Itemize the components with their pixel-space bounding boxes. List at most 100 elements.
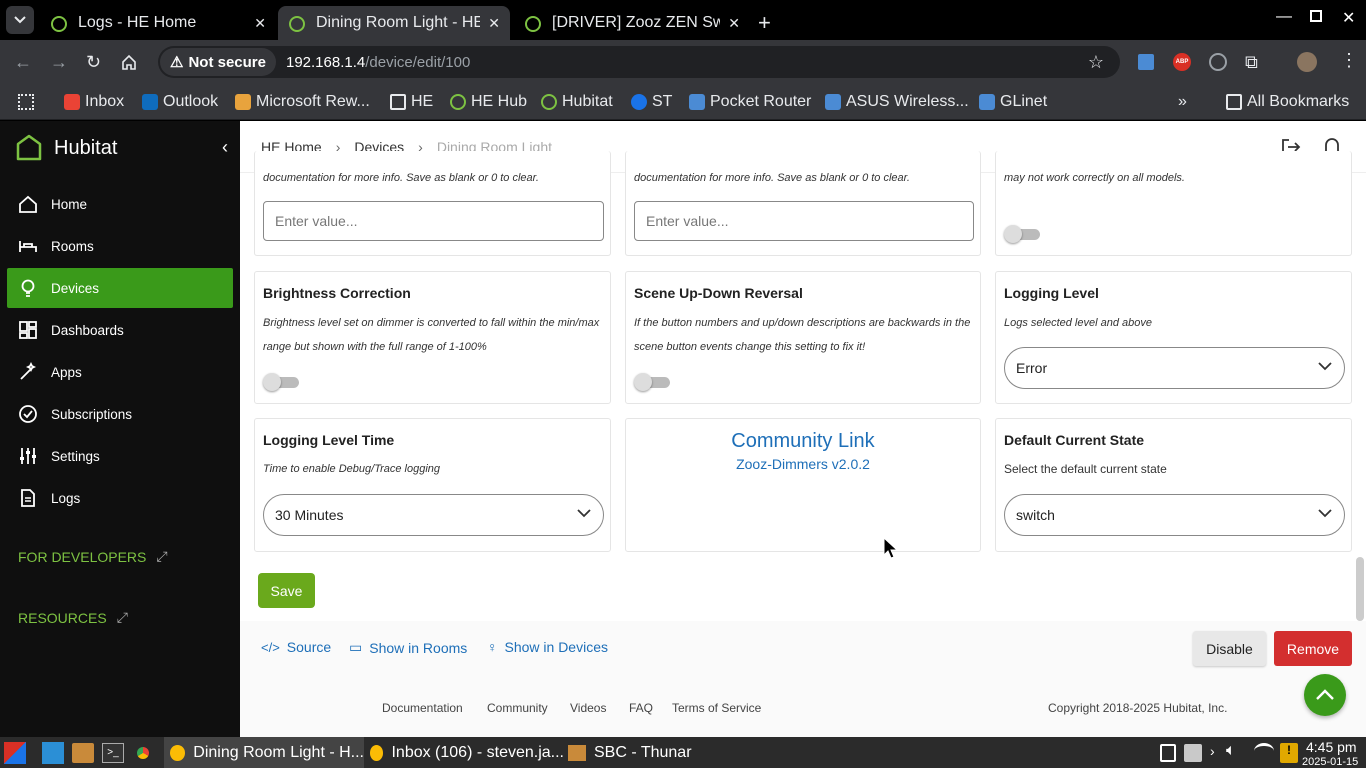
tab-logs[interactable]: Logs - HE Home ✕ [40,6,276,40]
brightness-correction-toggle[interactable] [263,373,303,391]
nav-subscriptions[interactable]: Subscriptions [7,394,233,434]
nav-label: Rooms [51,238,94,254]
bookmark-item[interactable]: HE [390,84,433,120]
not-secure-chip[interactable]: ⚠ Not secure [160,48,276,76]
check-circle-icon [17,403,39,425]
new-tab-button[interactable]: + [758,10,771,36]
bookmark-item[interactable]: Outlook [142,84,218,120]
wifi-icon[interactable] [1254,743,1274,759]
clipboard-icon[interactable] [1160,744,1176,762]
taskbar-window-inbox[interactable]: Inbox (106) - steven.ja... [368,737,564,768]
footer-link-terms[interactable]: Terms of Service [672,701,761,715]
tab-dining-room-light[interactable]: Dining Room Light - HE Home ✕ [278,6,510,40]
bookmark-item[interactable]: ASUS Wireless... [825,84,969,120]
source-link[interactable]: </> Source [261,639,331,655]
pref-description: Brightness level set on dimmer is conver… [263,317,600,353]
collapse-sidebar-button[interactable]: ‹ [222,137,228,158]
apps-grid-icon[interactable] [18,94,34,110]
footer-link-videos[interactable]: Videos [570,701,606,715]
nav-label: Dashboards [51,322,124,338]
community-link-card: Community Link Zooz-Dimmers v2.0.2 [625,418,981,552]
terminal-icon[interactable]: >_ [102,743,124,763]
all-bookmarks[interactable]: All Bookmarks [1226,84,1349,120]
adblock-icon[interactable]: ABP [1173,53,1191,71]
nav-apps[interactable]: Apps [7,352,233,392]
more-bookmarks-button[interactable]: » [1178,84,1187,120]
nav-logs[interactable]: Logs [7,478,233,518]
footer-link-faq[interactable]: FAQ [629,701,653,715]
minimize-button[interactable]: — [1276,8,1292,26]
for-developers-link[interactable]: FOR DEVELOPERS ⤢ [18,548,168,565]
value-input[interactable]: Enter value... [263,201,604,241]
pref-title: Logging Level Time [263,432,395,448]
for-developers-label: FOR DEVELOPERS [18,548,147,565]
footer-link-documentation[interactable]: Documentation [382,701,463,715]
nav-home[interactable]: Home [7,184,233,224]
logging-time-select[interactable]: 30 Minutes [263,494,604,536]
puzzle-icon[interactable]: ⧉ [1245,52,1258,73]
menu-kebab-icon[interactable]: ⋮ [1340,50,1358,71]
close-icon[interactable]: ✕ [488,15,500,32]
battery-warning-icon[interactable]: ! [1280,743,1298,763]
bookmark-item[interactable]: Pocket Router [689,84,811,120]
chrome-icon[interactable] [132,742,154,764]
star-icon[interactable]: ☆ [1088,52,1104,73]
reload-button[interactable]: ↻ [86,52,101,73]
security-label: Not secure [188,53,266,71]
chevron-down-icon [1318,362,1332,371]
taskbar-window-thunar[interactable]: SBC - Thunar [568,737,692,768]
extension-download-icon[interactable] [1138,54,1154,70]
taskbar-window-dining-room[interactable]: Dining Room Light - H... [164,737,364,768]
resources-link[interactable]: RESOURCES ⤢ [18,609,128,626]
source-label: Source [286,639,332,655]
home-icon[interactable] [121,54,137,70]
paste-icon[interactable] [1184,744,1202,762]
toggle-switch[interactable] [1004,225,1044,243]
nav-settings[interactable]: Settings [7,436,233,476]
bookmark-item[interactable]: Inbox [64,84,124,120]
tray-expand-icon[interactable]: › [1210,743,1215,759]
logging-level-select[interactable]: Error [1004,347,1345,389]
tab-driver-zooz[interactable]: [DRIVER] Zooz ZEN Switches ✕ [514,6,750,40]
volume-icon[interactable]: 🔈︎ [1226,742,1236,760]
close-window-button[interactable]: ✕ [1342,8,1355,28]
file-manager-icon[interactable] [72,743,94,763]
disable-button[interactable]: Disable [1193,631,1266,666]
bookmark-item[interactable]: HE Hub [450,84,527,120]
show-in-rooms-link[interactable]: ▭ Show in Rooms [349,639,467,656]
forward-button[interactable]: → [50,52,68,73]
nav-dashboards[interactable]: Dashboards [7,310,233,350]
back-button[interactable]: ← [14,52,32,73]
footer-link-community[interactable]: Community [487,701,548,715]
bookmark-item[interactable]: GLinet [979,84,1047,120]
address-bar[interactable]: ⚠ Not secure 192.168.1.4 /device/edit/10… [158,46,1120,78]
remove-button[interactable]: Remove [1274,631,1352,666]
desktop-icon[interactable] [42,742,64,764]
save-button[interactable]: Save [258,573,315,608]
check-extension-icon[interactable] [1209,53,1227,71]
start-menu-icon[interactable] [4,742,26,764]
nav-rooms[interactable]: Rooms [7,226,233,266]
url-host: 192.168.1.4 [285,53,366,71]
pref-card-top-2: documentation for more info. Save as bla… [625,151,981,256]
bookmark-item[interactable]: Hubitat [541,84,613,120]
bed-icon: ▭ [349,639,363,655]
nav-devices[interactable]: Devices [7,268,233,308]
maximize-button[interactable] [1310,10,1322,22]
bookmark-item[interactable]: ST [631,84,672,120]
community-link[interactable]: Community Link [626,430,980,453]
scrollbar[interactable] [1356,557,1364,621]
tab-search-button[interactable] [6,6,34,34]
bookmark-item[interactable]: Microsoft Rew... [235,84,370,120]
community-link-version[interactable]: Zooz-Dimmers v2.0.2 [626,456,980,472]
profile-avatar[interactable] [1297,52,1317,72]
wand-icon [17,361,39,383]
brand[interactable]: Hubitat [14,133,117,163]
close-icon[interactable]: ✕ [254,15,266,32]
scroll-to-top-button[interactable] [1304,674,1346,716]
close-icon[interactable]: ✕ [728,15,740,32]
default-state-select[interactable]: switch [1004,494,1345,536]
value-input[interactable]: Enter value... [634,201,974,241]
scene-reversal-toggle[interactable] [634,373,674,391]
show-in-devices-link[interactable]: ♀ Show in Devices [487,639,608,655]
